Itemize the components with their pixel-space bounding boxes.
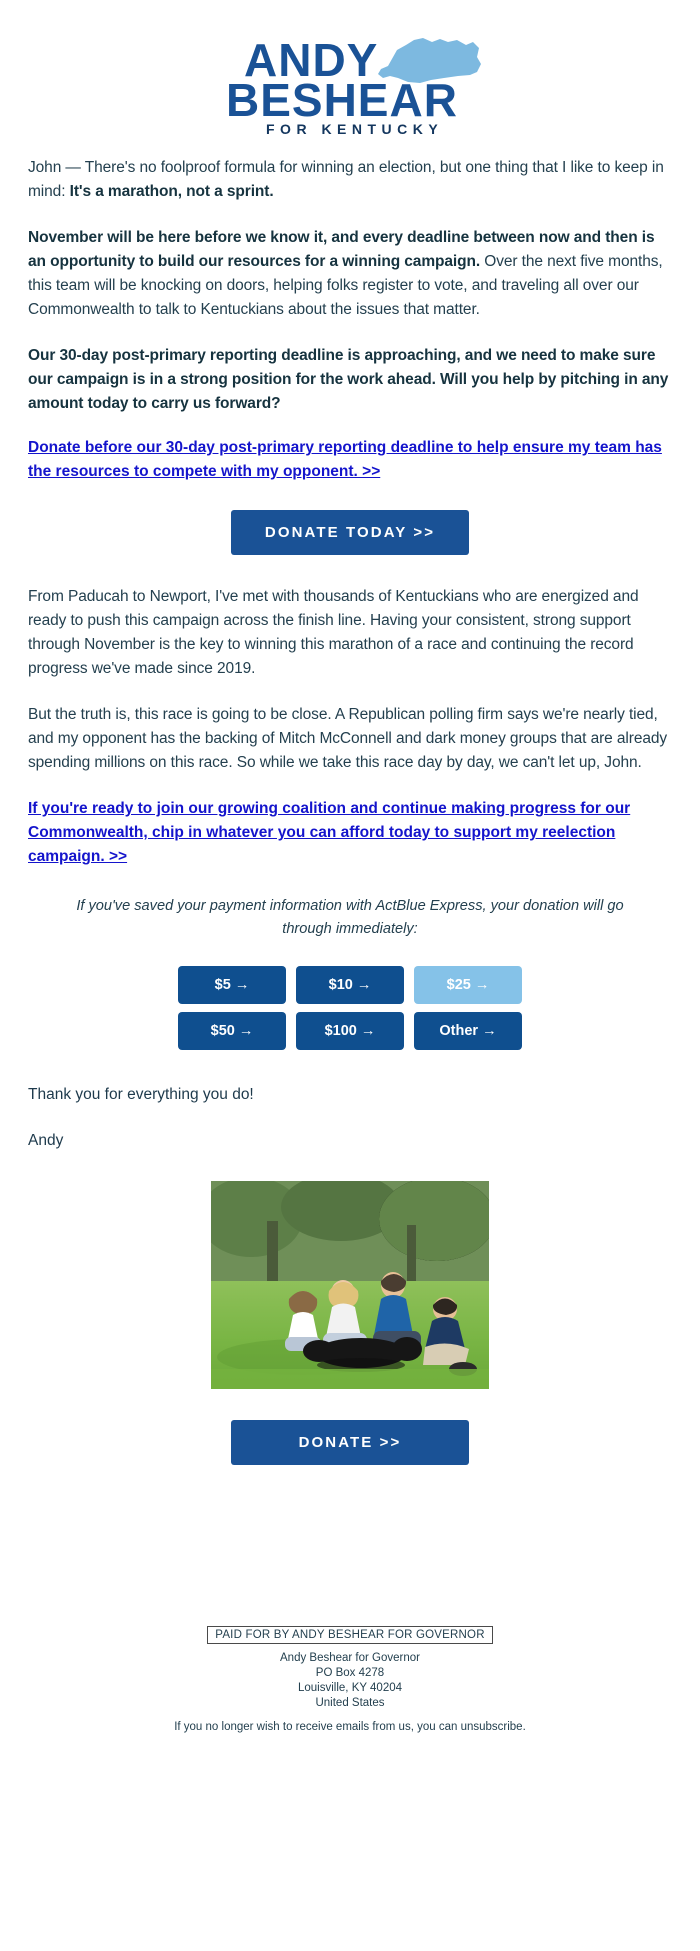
amount-cell: Other → <box>413 1011 523 1051</box>
amount-cell: $25 → <box>413 965 523 1005</box>
paragraph-november: November will be here before we know it,… <box>28 226 672 322</box>
thank-you-text: Thank you for everything you do! <box>28 1086 254 1103</box>
amount-cell: $100 → <box>295 1011 405 1051</box>
paragraph-intro-emphasis: It's a marathon, not a sprint. <box>69 183 274 200</box>
logo-beshear-text: BESHEAR <box>226 74 458 126</box>
donation-amount-grid: $5 → $10 → $25 → $50 → $100 → Other → <box>169 959 531 1057</box>
paragraph-deadline-bold: Our 30-day post-primary reporting deadli… <box>28 347 669 412</box>
unsubscribe-post-text: . <box>522 1721 526 1733</box>
andy-beshear-logo-svg: ANDY BESHEAR FOR KENTUCKY <box>226 34 481 137</box>
photo-row <box>28 1181 672 1394</box>
amount-button-50[interactable]: $50 → <box>178 1012 286 1050</box>
unsubscribe-line: If you no longer wish to receive emails … <box>0 1721 700 1733</box>
paragraph-deadline: Our 30-day post-primary reporting deadli… <box>28 344 672 416</box>
donate-today-cta-row: DONATE TODAY >> <box>28 510 672 555</box>
amount-button-25[interactable]: $25 → <box>414 966 522 1004</box>
paragraph-paducah: From Paducah to Newport, I've met with t… <box>28 588 639 677</box>
paragraph-donate-link: Donate before our 30-day post-primary re… <box>28 436 672 484</box>
amount-button-100[interactable]: $100 → <box>296 1012 404 1050</box>
paid-for-disclaimer: PAID FOR BY ANDY BESHEAR FOR GOVERNOR <box>207 1626 493 1644</box>
paragraph-intro: John — There's no foolproof formula for … <box>28 156 672 204</box>
family-with-dog-photo <box>211 1181 489 1389</box>
unsubscribe-pre-text: If you no longer wish to receive emails … <box>174 1721 461 1733</box>
footer-po-box: PO Box 4278 <box>315 1667 385 1679</box>
paragraph-coalition-link: If you're ready to join our growing coal… <box>28 797 672 869</box>
donate-today-button[interactable]: DONATE TODAY >> <box>230 510 470 555</box>
unsubscribe-link[interactable]: unsubscribe <box>461 1721 523 1733</box>
amount-button-5[interactable]: $5 → <box>178 966 286 1004</box>
amount-row-1: $5 → $10 → $25 → <box>177 965 523 1005</box>
email-footer: PAID FOR BY ANDY BESHEAR FOR GOVERNOR An… <box>0 1615 700 1749</box>
donate-bottom-button[interactable]: DONATE >> <box>231 1420 469 1465</box>
logo-for-kentucky-text: FOR KENTUCKY <box>266 121 443 137</box>
signature-text: Andy <box>28 1132 64 1149</box>
coalition-chip-in-link[interactable]: If you're ready to join our growing coal… <box>28 800 630 865</box>
email-body: ANDY BESHEAR FOR KENTUCKY John — There's… <box>0 0 700 1749</box>
email-content: John — There's no foolproof formula for … <box>0 156 700 1465</box>
actblue-express-note: If you've saved your payment information… <box>76 898 624 937</box>
amount-cell: $10 → <box>295 965 405 1005</box>
amount-cell: $50 → <box>177 1011 287 1051</box>
amount-cell: $5 → <box>177 965 287 1005</box>
footer-address: Andy Beshear for Governor PO Box 4278 Lo… <box>0 1651 700 1711</box>
donate-bottom-cta-row: DONATE >> <box>28 1420 672 1465</box>
campaign-logo: ANDY BESHEAR FOR KENTUCKY <box>0 0 700 156</box>
amount-row-2: $50 → $100 → Other → <box>177 1011 523 1051</box>
footer-country: United States <box>315 1697 385 1709</box>
footer-city-state-zip: Louisville, KY 40204 <box>298 1682 402 1694</box>
family-photo-svg <box>211 1181 489 1389</box>
amount-button-other[interactable]: Other → <box>414 1012 522 1050</box>
footer-org: Andy Beshear for Governor <box>280 1652 420 1664</box>
donate-deadline-link[interactable]: Donate before our 30-day post-primary re… <box>28 439 662 480</box>
paragraph-close-race: But the truth is, this race is going to … <box>28 706 668 771</box>
amount-button-10[interactable]: $10 → <box>296 966 404 1004</box>
